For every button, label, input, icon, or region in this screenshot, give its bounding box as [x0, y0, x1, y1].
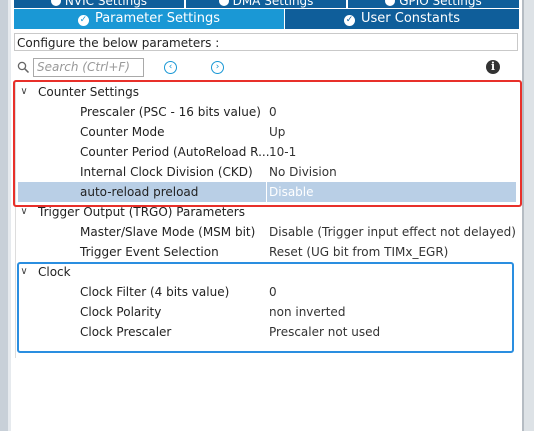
tab-label: Parameter Settings — [94, 11, 221, 26]
highlight-box-red — [13, 80, 522, 207]
search-input[interactable]: Search (Ctrl+F) — [33, 58, 144, 77]
check-icon: ✓ — [77, 15, 89, 26]
tab-user-constants[interactable]: ✓ User Constants — [285, 9, 519, 29]
check-icon: ✓ — [344, 15, 355, 26]
param-row-master-slave-mode[interactable]: Master/Slave Mode (MSM bit) Disable (Tri… — [18, 222, 516, 242]
left-frame-inner — [8, 0, 11, 431]
configure-header: Configure the below parameters : — [14, 33, 518, 51]
highlight-box-blue — [17, 262, 514, 353]
check-icon — [385, 0, 396, 6]
param-row-trigger-event-selection[interactable]: Trigger Event Selection Reset (UG bit fr… — [18, 242, 516, 262]
prev-arrow-icon[interactable]: ‹ — [164, 61, 177, 74]
tab-dma-settings[interactable]: DMA Settings — [186, 0, 348, 8]
left-frame — [0, 0, 8, 431]
top-tab-strip: NVIC Settings DMA Settings GPIO Settings — [14, 0, 519, 8]
info-icon[interactable]: i — [486, 60, 500, 74]
next-arrow-icon[interactable]: › — [211, 61, 224, 74]
check-icon — [50, 0, 61, 6]
vertical-scrollbar[interactable] — [524, 0, 534, 431]
check-icon — [218, 0, 229, 6]
param-label: Trigger Event Selection — [80, 245, 219, 259]
tab-nvic-settings[interactable]: NVIC Settings — [14, 0, 186, 8]
settings-tabs: ✓ Parameter Settings ✓ User Constants — [14, 9, 519, 29]
param-label: Master/Slave Mode (MSM bit) — [80, 225, 256, 239]
tab-label: User Constants — [361, 11, 460, 26]
search-icon — [17, 61, 30, 77]
param-value[interactable]: Disable (Trigger input effect not delaye… — [269, 222, 516, 242]
tab-parameter-settings[interactable]: ✓ Parameter Settings — [14, 9, 284, 29]
tab-gpio-settings[interactable]: GPIO Settings — [348, 0, 519, 8]
param-value[interactable]: Reset (UG bit from TIMx_EGR) — [269, 242, 448, 262]
